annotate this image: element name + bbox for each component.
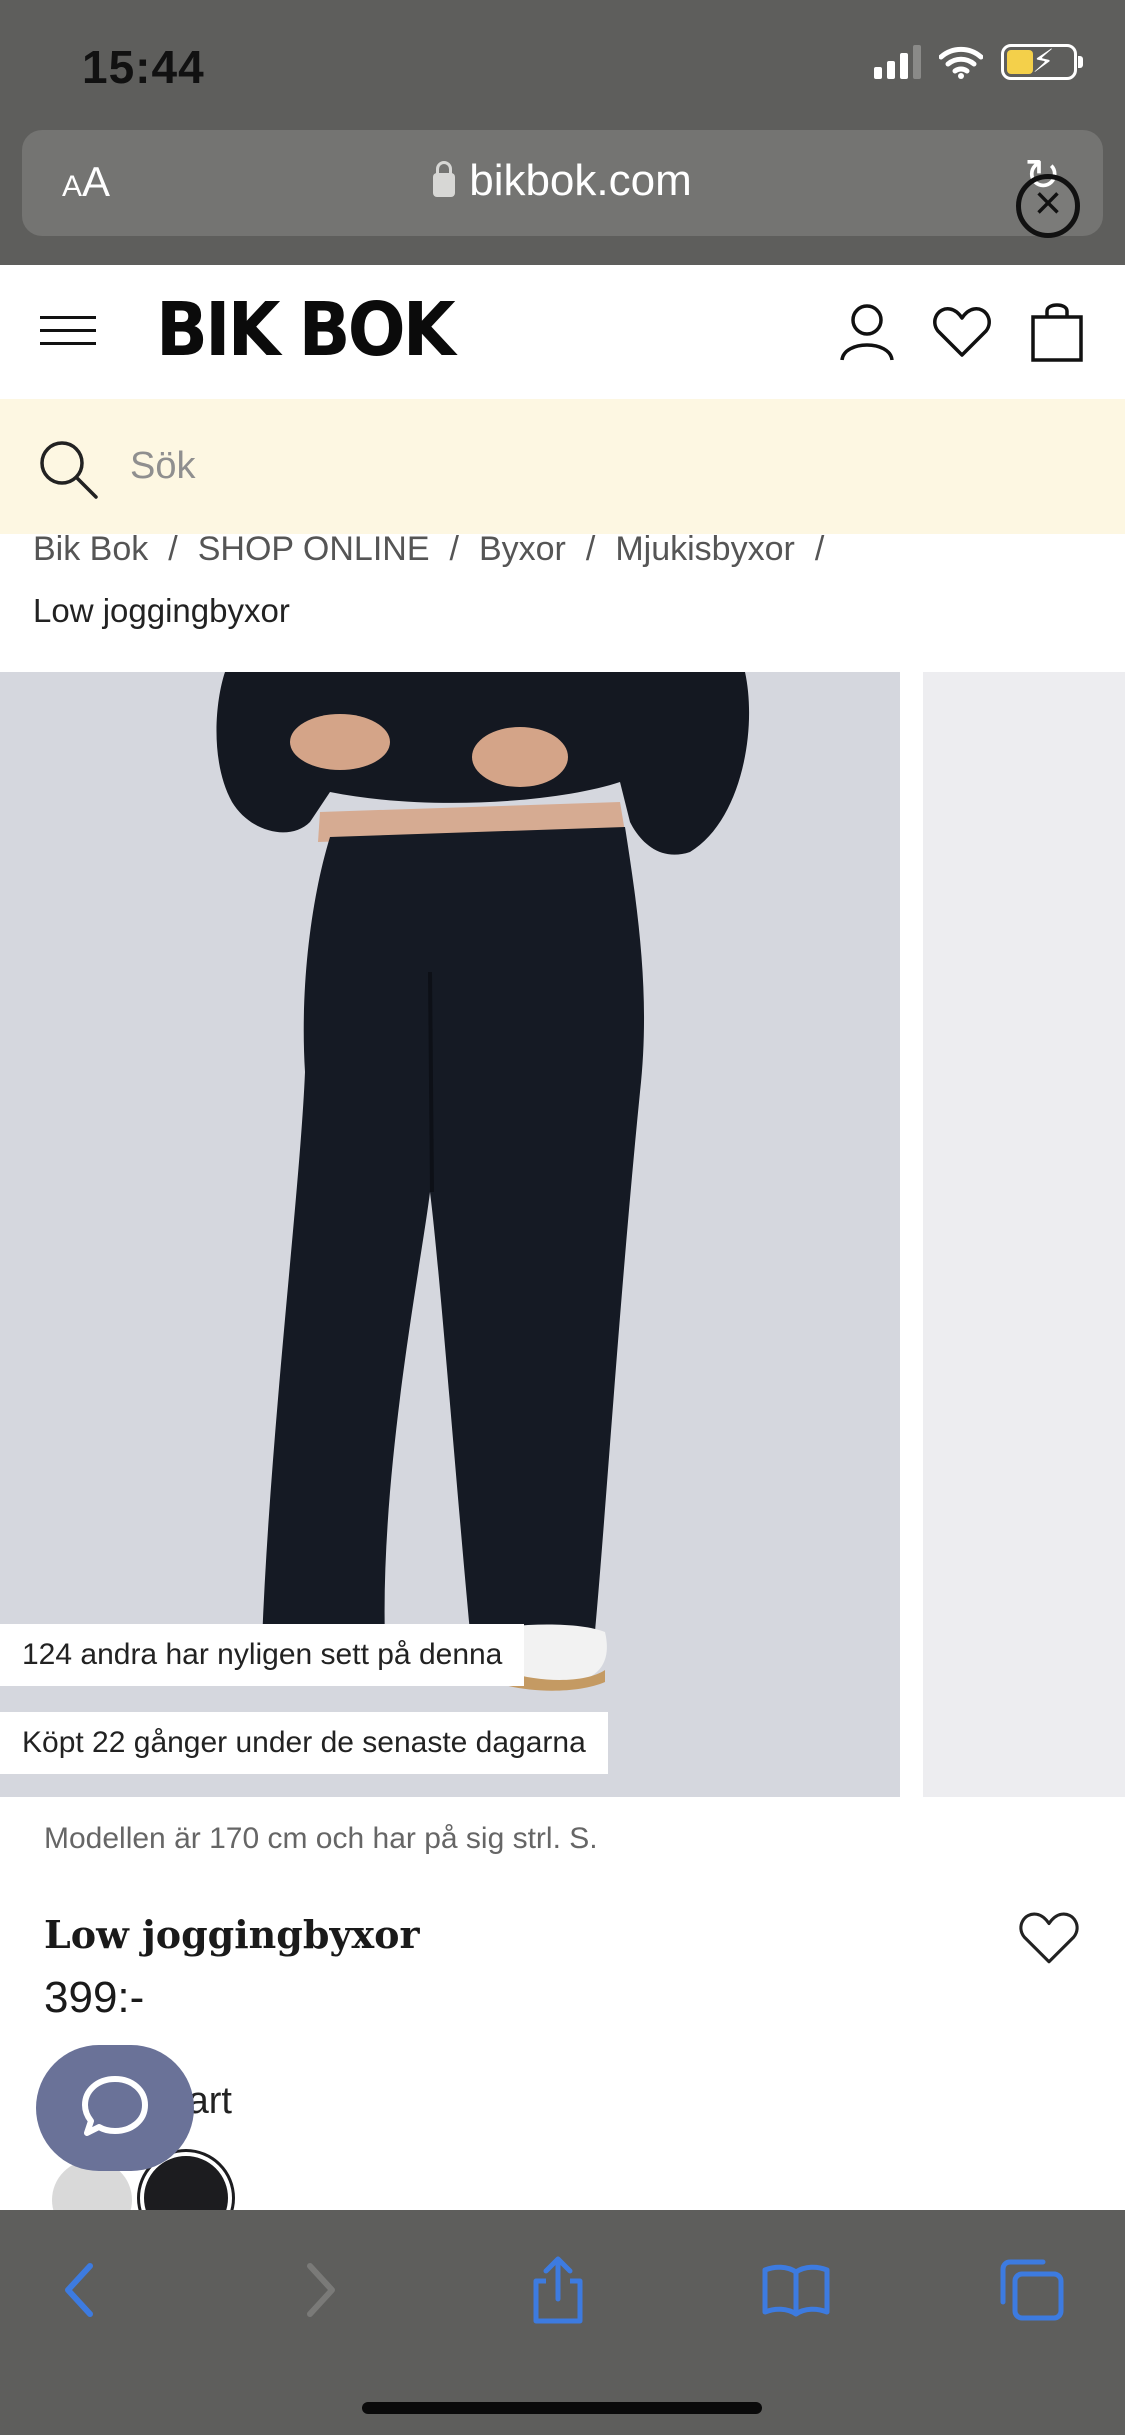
chevron-right-icon bbox=[307, 2263, 335, 2317]
product-title: Low joggingbyxor bbox=[44, 1912, 420, 1957]
share-button[interactable] bbox=[518, 2250, 598, 2330]
shopping-bag-icon[interactable] bbox=[1030, 301, 1084, 363]
close-icon[interactable]: × bbox=[1016, 174, 1080, 238]
tabs-button[interactable] bbox=[992, 2250, 1072, 2330]
status-icons: ⚡ bbox=[874, 43, 1083, 80]
search-bar bbox=[0, 399, 1125, 534]
breadcrumb: Bik Bok / SHOP ONLINE / Byxor / Mjukisbyxor / bbox=[33, 530, 825, 568]
browser-top-chrome: 15:44 ⚡ AA bikbok.com ↻ × bbox=[0, 0, 1125, 265]
breadcrumb-item[interactable]: Mjukisbyxor bbox=[615, 530, 794, 568]
screen: 15:44 ⚡ AA bikbok.com ↻ × BIK BOK Sök Bi… bbox=[0, 0, 1125, 2435]
share-icon bbox=[533, 2256, 583, 2324]
browser-bottom-toolbar bbox=[0, 2210, 1125, 2435]
product-price: 399:- bbox=[44, 1973, 145, 2022]
account-icon[interactable] bbox=[836, 300, 898, 362]
site-header: BIK BOK bbox=[0, 265, 1125, 399]
search-icon[interactable] bbox=[38, 439, 100, 501]
chevron-left-icon bbox=[65, 2263, 93, 2317]
tabs-icon bbox=[1000, 2259, 1064, 2321]
wishlist-icon[interactable] bbox=[932, 305, 992, 359]
chat-button[interactable] bbox=[36, 2045, 194, 2171]
breadcrumb-item[interactable]: Bik Bok bbox=[33, 530, 148, 568]
forward-button[interactable] bbox=[282, 2250, 362, 2330]
url-text: bikbok.com bbox=[469, 156, 692, 205]
lock-icon bbox=[433, 161, 456, 197]
purchase-count-badge: Köpt 22 gånger under de senaste dagarna bbox=[0, 1712, 608, 1774]
home-indicator[interactable] bbox=[362, 2402, 762, 2414]
breadcrumb-item[interactable]: SHOP ONLINE bbox=[198, 530, 430, 568]
site-logo[interactable]: BIK BOK bbox=[156, 287, 456, 373]
menu-icon[interactable] bbox=[40, 316, 96, 346]
cellular-signal-icon bbox=[874, 45, 921, 79]
bookmarks-button[interactable] bbox=[756, 2250, 836, 2330]
chat-bubble-icon bbox=[82, 2076, 148, 2136]
search-input[interactable] bbox=[130, 437, 1030, 495]
breadcrumb-item[interactable]: Byxor bbox=[479, 530, 566, 568]
wifi-icon bbox=[939, 46, 983, 79]
recently-viewed-badge: 124 andra har nyligen sett på denna bbox=[0, 1624, 525, 1686]
add-to-wishlist-heart-icon[interactable] bbox=[1018, 1910, 1080, 1966]
back-button[interactable] bbox=[38, 2250, 118, 2330]
url-display[interactable]: bikbok.com bbox=[22, 156, 1103, 206]
next-product-image[interactable] bbox=[923, 672, 1125, 1797]
battery-icon: ⚡ bbox=[1001, 43, 1083, 80]
model-size-note: Modellen är 170 cm och har på sig strl. … bbox=[44, 1822, 598, 1855]
address-bar[interactable]: AA bikbok.com ↻ bbox=[22, 130, 1103, 236]
product-image[interactable]: 124 andra har nyligen sett på denna Köpt… bbox=[0, 672, 900, 1797]
status-time: 15:44 bbox=[82, 41, 205, 93]
book-icon bbox=[762, 2264, 830, 2317]
breadcrumb-current: Low joggingbyxor bbox=[33, 592, 290, 629]
